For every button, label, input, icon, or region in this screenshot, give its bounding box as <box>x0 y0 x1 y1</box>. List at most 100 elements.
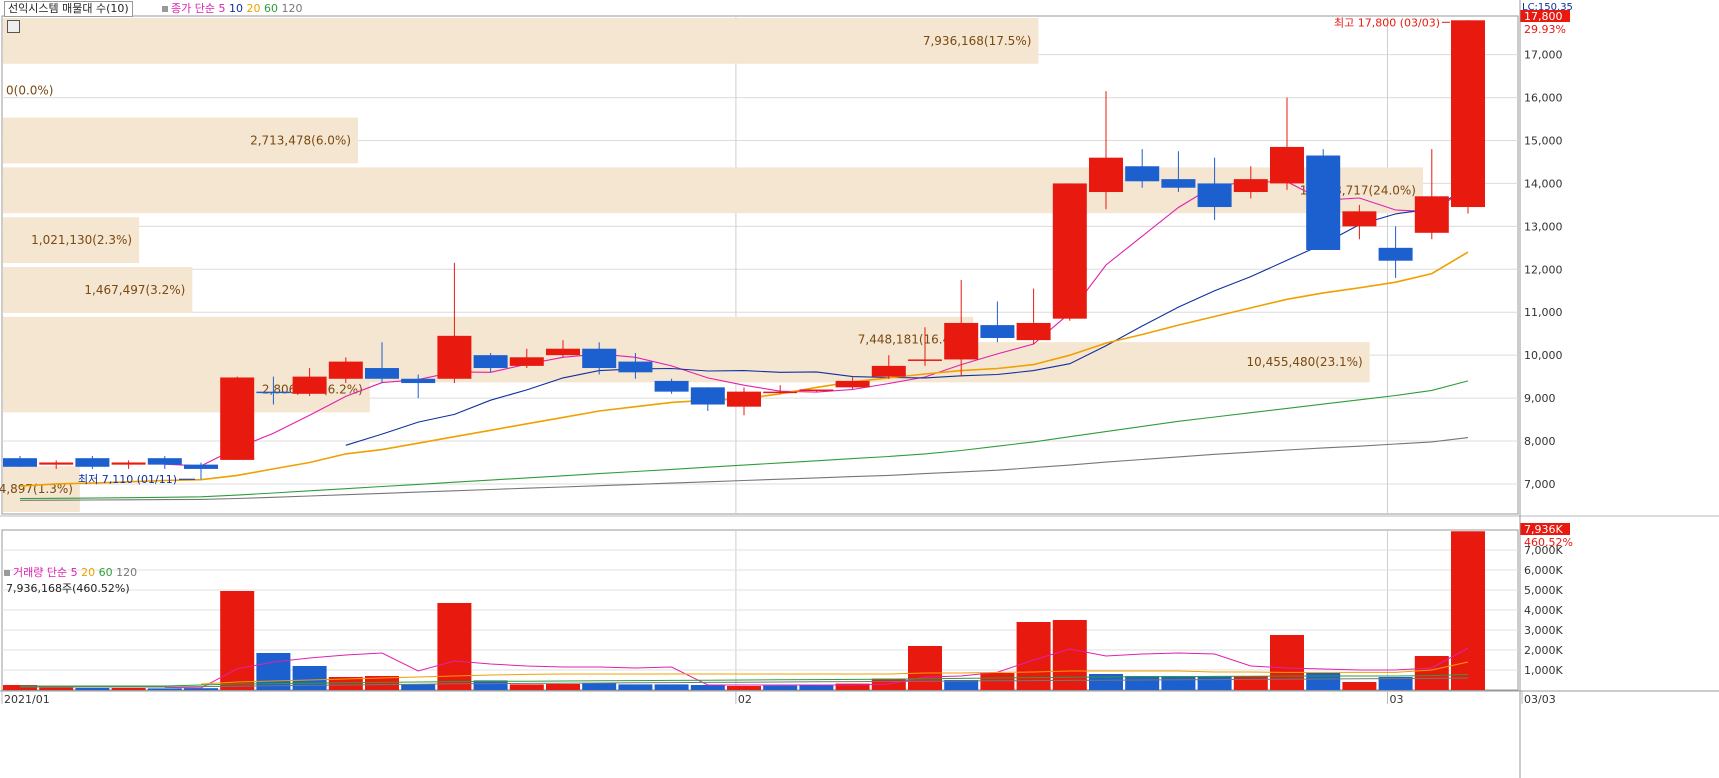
price-tick-label: 8,000 <box>1524 435 1556 448</box>
volume-profile-label: 1,021,130(2.3%) <box>31 233 132 247</box>
volume-bar <box>1342 682 1377 690</box>
candle-body <box>1161 179 1196 188</box>
price-tick-label: 13,000 <box>1524 220 1563 233</box>
candle-body <box>546 348 580 356</box>
volume-bar <box>1270 635 1304 690</box>
volume-bar <box>546 684 580 690</box>
volume-bar <box>980 673 1015 690</box>
candle-body <box>147 458 182 465</box>
volume-tick-label: 4,000K <box>1524 604 1563 617</box>
candle-body <box>654 380 689 392</box>
candle-body <box>763 391 798 394</box>
volume-tick-label: 1,000K <box>1524 664 1563 677</box>
volume-bar <box>799 685 834 690</box>
volume-bar <box>111 688 146 690</box>
candle-body <box>184 464 218 469</box>
candle-body <box>328 361 363 379</box>
volume-profile-label: 0(0.0%) <box>6 84 53 98</box>
candle-body <box>220 377 255 460</box>
price-tick-label: 16,000 <box>1524 92 1563 105</box>
volume-bar <box>1052 620 1087 690</box>
ma-legend-10: 10 <box>228 2 243 15</box>
low-annotation: 최저 7,110 (01/11) <box>78 473 177 486</box>
volume-bar <box>401 684 436 690</box>
candle-body <box>437 335 472 379</box>
volume-ma-5: 5 <box>70 566 78 579</box>
candle-body <box>1052 183 1087 319</box>
volume-bar <box>1089 674 1123 690</box>
candle-body <box>727 391 761 407</box>
volume-info: 7,936,168주(460.52%) <box>6 582 130 595</box>
price-tick-label: 12,000 <box>1524 263 1563 276</box>
ma-legend-title: 종가 단순 <box>171 2 215 15</box>
volume-tick-label: 2,000K <box>1524 644 1563 657</box>
volume-bar <box>1233 676 1268 690</box>
volume-profile-bar <box>3 18 1039 64</box>
volume-bar <box>75 688 110 690</box>
volume-bar <box>654 684 689 690</box>
volume-bar <box>292 666 327 690</box>
volume-ma-title: 단순 <box>46 566 68 579</box>
indicator-label-box[interactable]: 선익시스템 매물대 수(10) <box>4 1 133 17</box>
candle-body <box>1451 20 1485 208</box>
volume-bar <box>618 684 653 690</box>
candle-body <box>1342 211 1377 227</box>
volume-legend: 거래량 단순 5 20 60 120 <box>4 566 137 580</box>
price-tick-label: 10,000 <box>1524 349 1563 362</box>
candle-body <box>509 357 544 366</box>
candle-body <box>1233 179 1268 193</box>
price-tick-label: 14,000 <box>1524 177 1563 190</box>
x-tick-label: 03/03 <box>1524 693 1556 706</box>
candle-body <box>1378 247 1413 261</box>
x-tick-label: 2021/01 <box>4 693 50 706</box>
indicator-label: 선익시스템 매물대 수(10) <box>8 2 129 15</box>
volume-tick-label: 3,000K <box>1524 624 1563 637</box>
ma-legend-120: 120 <box>281 2 303 15</box>
price-tick-label: 11,000 <box>1524 306 1563 319</box>
candle-body <box>3 458 37 467</box>
price-ma-legend: 종가 단순 5 10 20 60 120 <box>162 2 302 16</box>
candle-body <box>690 387 725 405</box>
candle-body <box>365 368 399 379</box>
x-tick-label: 03 <box>1390 693 1404 706</box>
volume-bar <box>1125 676 1160 690</box>
volume-bar <box>39 687 74 690</box>
volume-profile-label: 1,467,497(3.2%) <box>84 283 185 297</box>
ma-legend-5: 5 <box>218 2 226 15</box>
candle-body <box>1306 155 1341 250</box>
candle-body <box>1414 196 1449 233</box>
candle-body <box>871 365 906 377</box>
price-tick-label: 15,000 <box>1524 135 1563 148</box>
volume-bar <box>1197 676 1232 690</box>
candle-body <box>111 462 146 465</box>
volume-profile-label: 2,713,478(6.0%) <box>250 134 351 148</box>
candle-body <box>908 359 942 361</box>
ma-legend-20: 20 <box>246 2 261 15</box>
volume-profile-label: 10,455,480(23.1%) <box>1247 355 1363 369</box>
volume-bar <box>727 686 761 690</box>
candle-body <box>401 378 436 384</box>
volume-tick-label: 5,000K <box>1524 584 1563 597</box>
high-annotation: 최고 17,800 (03/03) <box>1334 16 1440 29</box>
volume-bar <box>509 684 544 690</box>
volume-legend-swatch <box>4 570 10 576</box>
volume-ma-20: 20 <box>81 566 96 579</box>
candle-body <box>618 361 653 373</box>
volume-bar <box>256 653 291 690</box>
volume-bar <box>908 646 942 690</box>
volume-bar <box>763 685 798 690</box>
volume-legend-title: 거래량 <box>13 566 44 579</box>
candle-body <box>835 380 870 388</box>
candle-body <box>1125 166 1160 182</box>
candle-body <box>473 355 508 369</box>
volume-profile-bar <box>3 342 1370 383</box>
volume-profile-label: 7,936,168(17.5%) <box>923 34 1032 48</box>
calculator-icon[interactable] <box>7 20 20 33</box>
candle-body <box>256 391 291 394</box>
volume-bar <box>582 683 617 690</box>
stock-chart[interactable]: 7,000 8,000 9,000 10,000 11,000 12,000 13,000 1… <box>0 0 1719 778</box>
volume-bar <box>437 603 472 690</box>
price-tick-label: 17,000 <box>1524 49 1563 62</box>
last-volume-change-label: 460.52% <box>1524 536 1573 549</box>
volume-tick-label: 6,000K <box>1524 564 1563 577</box>
